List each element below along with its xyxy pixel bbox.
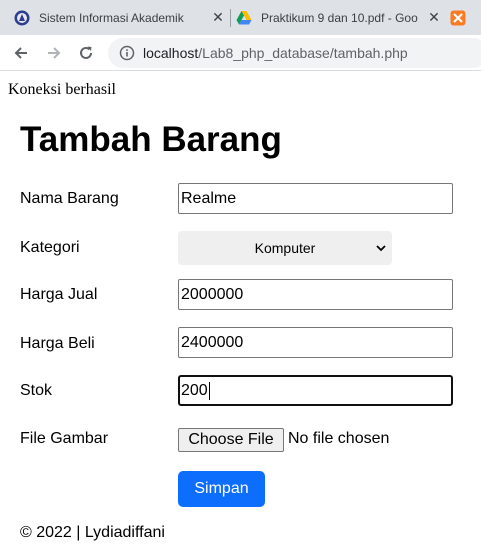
forward-arrow-icon — [48, 47, 61, 59]
nama-barang-label: Nama Barang — [20, 190, 119, 207]
university-crest-icon — [14, 10, 30, 26]
tab-title: Sistem Informasi Akademik — [39, 10, 184, 25]
choose-file-button[interactable]: Choose File — [178, 428, 284, 452]
harga-jual-label: Harga Jual — [20, 286, 98, 303]
file-status-text: No file chosen — [288, 430, 390, 447]
stok-label: Stok — [20, 382, 53, 399]
harga-beli-value: 2400000 — [181, 333, 244, 351]
url-path: /Lab8_php_database/tambah.php — [198, 45, 408, 61]
close-tab-icon[interactable]: ✕ — [210, 9, 226, 26]
kategori-label: Kategori — [20, 239, 80, 256]
close-tab-icon[interactable]: ✕ — [426, 9, 442, 26]
reload-icon — [80, 46, 92, 59]
kategori-selected-value: Komputer — [254, 240, 316, 256]
back-button[interactable] — [9, 41, 33, 65]
browser-toolbar: localhost/Lab8_php_database/tambah.php — [0, 35, 481, 71]
tab-sistem-informasi[interactable]: Sistem Informasi Akademik ✕ — [14, 0, 226, 35]
stok-value: 200 — [181, 381, 208, 399]
file-gambar-label: File Gambar — [20, 430, 109, 447]
footer-text: © 2022 | Lydiadiffani — [20, 524, 165, 541]
browser-tab-strip: Sistem Informasi Akademik ✕ Praktikum 9 … — [0, 0, 481, 35]
text-caret — [208, 381, 210, 400]
address-bar[interactable]: localhost/Lab8_php_database/tambah.php — [108, 38, 481, 68]
back-arrow-icon — [14, 47, 27, 59]
nama-barang-value: Realme — [181, 189, 237, 207]
tab-title: Praktikum 9 dan 10.pdf - Goo — [261, 10, 418, 25]
tab-praktikum-pdf[interactable]: Praktikum 9 dan 10.pdf - Goo ✕ — [236, 0, 442, 35]
nama-barang-input[interactable]: Realme — [178, 183, 453, 214]
google-drive-icon — [236, 10, 252, 26]
connection-status: Koneksi berhasil — [8, 81, 116, 98]
tab-divider — [230, 9, 231, 27]
stok-input[interactable]: 200 — [178, 375, 453, 406]
reload-button[interactable] — [74, 41, 98, 65]
kategori-select[interactable]: Komputer — [178, 231, 392, 265]
forward-button[interactable] — [42, 41, 66, 65]
page-title: Tambah Barang — [20, 120, 282, 159]
site-info-icon[interactable] — [119, 45, 135, 61]
url-host: localhost — [143, 45, 199, 61]
url-text: localhost/Lab8_php_database/tambah.php — [143, 45, 408, 61]
tab-xampp[interactable] — [450, 0, 481, 35]
xampp-icon — [450, 10, 466, 26]
harga-jual-input[interactable]: 2000000 — [178, 279, 453, 310]
harga-beli-input[interactable]: 2400000 — [178, 327, 453, 358]
chevron-down-icon — [376, 245, 386, 252]
simpan-button[interactable]: Simpan — [178, 471, 265, 507]
harga-jual-value: 2000000 — [181, 285, 244, 303]
harga-beli-label: Harga Beli — [20, 335, 95, 352]
